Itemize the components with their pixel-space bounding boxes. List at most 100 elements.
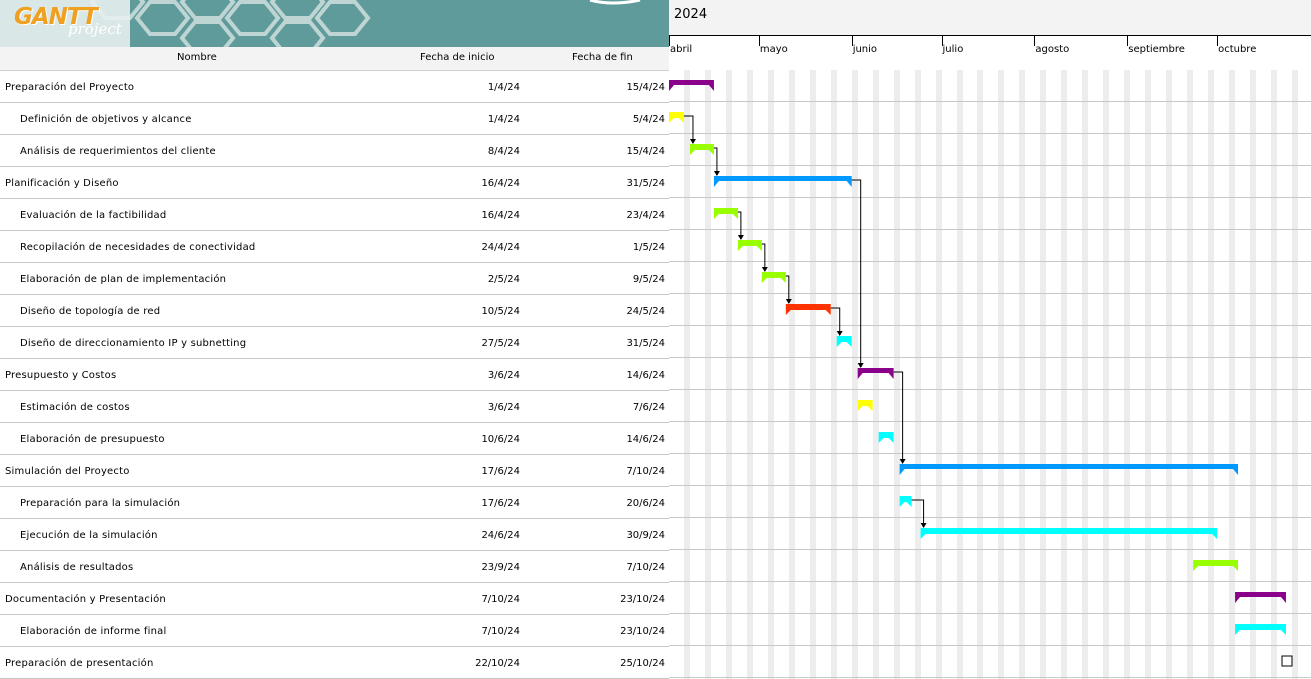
table-row[interactable]: Ejecución de la simulación 24/6/24 30/9/24 [0,518,669,551]
month-label: junio [852,44,878,55]
task-start-date[interactable]: 16/4/24 [481,210,520,221]
task-name[interactable]: Planificación y Diseño [5,178,119,189]
task-start-date[interactable]: 27/5/24 [481,338,520,349]
task-start-date[interactable]: 10/6/24 [481,434,520,445]
task-name[interactable]: Diseño de direccionamiento IP y subnetti… [20,338,246,349]
task-end-date[interactable]: 5/4/24 [633,114,665,125]
task-end-date[interactable]: 14/6/24 [626,370,665,381]
table-row[interactable]: Análisis de resultados 23/9/24 7/10/24 [0,550,669,583]
task-start-date[interactable]: 17/6/24 [481,498,520,509]
column-header-end[interactable]: Fecha de fin [572,52,633,63]
task-end-date[interactable]: 9/5/24 [633,274,665,285]
column-header-start[interactable]: Fecha de inicio [420,52,494,63]
task-end-date[interactable]: 30/9/24 [626,530,665,541]
task-start-date[interactable]: 8/4/24 [488,146,520,157]
table-row[interactable]: Evaluación de la factibilidad 16/4/24 23/4… [0,198,669,231]
weekend-stripe [725,70,732,679]
task-name[interactable]: Elaboración de informe final [20,626,166,637]
task-start-date[interactable]: 10/5/24 [481,306,520,317]
table-row[interactable]: Presupuesto y Costos 3/6/24 14/6/24 [0,358,669,391]
task-name[interactable]: Estimación de costos [20,402,130,413]
task-end-date[interactable]: 7/10/24 [626,562,665,573]
column-header-name[interactable]: Nombre [177,52,217,63]
table-row[interactable]: Recopilación de necesidades de conectivi… [0,230,669,263]
task-start-date[interactable]: 3/6/24 [488,402,520,413]
task-name[interactable]: Elaboración de presupuesto [20,434,165,445]
month-label: abril [670,44,693,55]
table-row[interactable]: Elaboración de plan de implementación 2/5… [0,262,669,295]
task-end-date[interactable]: 20/6/24 [626,498,665,509]
task-end-date[interactable]: 23/10/24 [620,626,665,637]
table-row[interactable]: Preparación del Proyecto 1/4/24 15/4/24 [0,70,669,103]
task-start-date[interactable]: 22/10/24 [475,658,520,669]
task-end-date[interactable]: 31/5/24 [626,178,665,189]
task-start-date[interactable]: 1/4/24 [488,114,520,125]
task-name[interactable]: Evaluación de la factibilidad [20,210,166,221]
task-start-date[interactable]: 24/6/24 [481,530,520,541]
weekend-stripe [1187,70,1194,679]
task-start-date[interactable]: 1/4/24 [488,82,520,93]
task-start-date[interactable]: 7/10/24 [481,626,520,637]
chart-row-divider [669,613,1311,614]
task-end-date[interactable]: 7/10/24 [626,466,665,477]
table-row[interactable]: Elaboración de presupuesto 10/6/24 14/6/24 [0,422,669,455]
table-row[interactable]: Preparación para la simulación 17/6/24 20/… [0,486,669,519]
task-name[interactable]: Recopilación de necesidades de conectivi… [20,242,256,253]
chart-row-divider [669,133,1311,134]
task-end-date[interactable]: 25/10/24 [620,658,665,669]
task-end-date[interactable]: 23/4/24 [626,210,665,221]
task-name[interactable]: Definición de objetivos y alcance [20,114,192,125]
task-start-date[interactable]: 23/9/24 [481,562,520,573]
table-row[interactable]: Diseño de topología de red 10/5/24 24/5/24 [0,294,669,327]
task-end-date[interactable]: 15/4/24 [626,146,665,157]
weekend-stripe [746,70,753,679]
gantt-chart-area[interactable] [669,70,1311,679]
task-end-date[interactable]: 24/5/24 [626,306,665,317]
table-row[interactable]: Planificación y Diseño 16/4/24 31/5/24 [0,166,669,199]
task-start-date[interactable]: 17/6/24 [481,466,520,477]
task-start-date[interactable]: 3/6/24 [488,370,520,381]
weekend-stripe [1040,70,1047,679]
month-label: octubre [1218,44,1257,55]
table-row[interactable]: Preparación de presentación 22/10/24 25/10… [0,646,669,679]
month-label: agosto [1035,44,1070,55]
table-row[interactable]: Estimación de costos 3/6/24 7/6/24 [0,390,669,423]
timeline-year-bar: 2024 [669,0,1311,36]
task-name[interactable]: Documentación y Presentación [5,594,166,605]
task-start-date[interactable]: 2/5/24 [488,274,520,285]
task-end-date[interactable]: 14/6/24 [626,434,665,445]
chart-row-divider [669,197,1311,198]
weekend-stripe [851,70,858,679]
weekend-stripe [872,70,879,679]
table-row[interactable]: Análisis de requerimientos del cliente 8/… [0,134,669,167]
task-start-date[interactable]: 16/4/24 [481,178,520,189]
table-row[interactable]: Simulación del Proyecto 17/6/24 7/10/24 [0,454,669,487]
task-name[interactable]: Ejecución de la simulación [20,530,158,541]
weekend-stripe [935,70,942,679]
task-end-date[interactable]: 1/5/24 [633,242,665,253]
table-header: Nombre Fecha de inicio Fecha de fin [0,47,669,71]
task-name[interactable]: Preparación de presentación [5,658,153,669]
table-row[interactable]: Documentación y Presentación 7/10/24 23/10… [0,582,669,615]
task-name[interactable]: Análisis de requerimientos del cliente [20,146,216,157]
table-row[interactable]: Definición de objetivos y alcance 1/4/24 5… [0,102,669,135]
task-name[interactable]: Diseño de topología de red [20,306,160,317]
task-start-date[interactable]: 24/4/24 [481,242,520,253]
table-row[interactable]: Diseño de direccionamiento IP y subnetti… [0,326,669,359]
task-name[interactable]: Preparación del Proyecto [5,82,134,93]
task-end-date[interactable]: 31/5/24 [626,338,665,349]
ganttproject-logo: GANTT project [0,0,669,47]
task-name[interactable]: Simulación del Proyecto [5,466,130,477]
task-name[interactable]: Presupuesto y Costos [5,370,116,381]
task-name[interactable]: Elaboración de plan de implementación [20,274,226,285]
task-start-date[interactable]: 7/10/24 [481,594,520,605]
table-row[interactable]: Elaboración de informe final 7/10/24 23/10… [0,614,669,647]
task-name[interactable]: Preparación para la simulación [20,498,180,509]
chart-row-divider [669,453,1311,454]
weekend-stripe [809,70,816,679]
task-end-date[interactable]: 7/6/24 [633,402,665,413]
task-name[interactable]: Análisis de resultados [20,562,133,573]
weekend-stripe [893,70,900,679]
task-end-date[interactable]: 23/10/24 [620,594,665,605]
task-end-date[interactable]: 15/4/24 [626,82,665,93]
